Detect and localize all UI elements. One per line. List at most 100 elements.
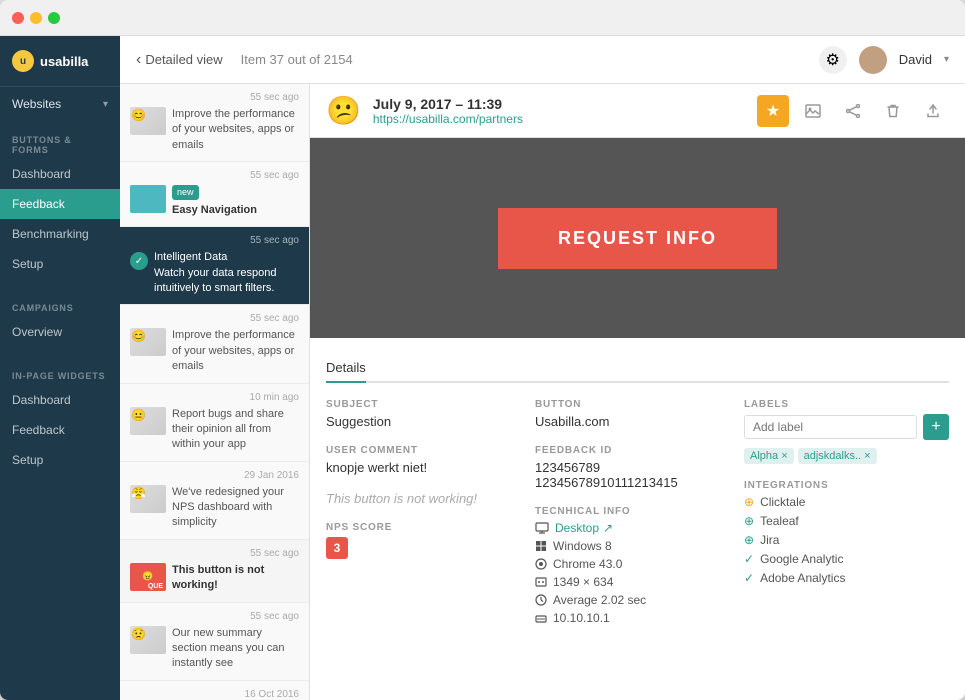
settings-icon[interactable]: ⚙ xyxy=(819,46,847,74)
delete-button[interactable] xyxy=(877,95,909,127)
inpage-widgets-section: IN-PAGE WIDGETS Dashboard Feedback Setup xyxy=(0,357,120,485)
feedback-id-value: 123456789 12345678910111213415 xyxy=(535,460,728,490)
label-input[interactable] xyxy=(744,415,917,439)
detail-header-info: July 9, 2017 – 11:39 https://usabilla.co… xyxy=(373,96,745,126)
feed-item-time: 29 Jan 2016 xyxy=(130,470,299,481)
sidebar-item-inpage-dashboard[interactable]: Dashboard xyxy=(0,385,120,415)
feed-item-body: new Easy Navigation xyxy=(130,185,299,218)
tech-info-field: TECNHICAL INFO Desktop ↗ Windows 8 xyxy=(535,506,728,625)
detail-url[interactable]: https://usabilla.com/partners xyxy=(373,112,745,126)
preview-area: REQUEST INFO xyxy=(310,138,965,338)
detail-panel: 😕 July 9, 2017 – 11:39 https://usabilla.… xyxy=(310,84,965,700)
add-label-button[interactable]: + xyxy=(923,414,949,440)
sidebar-item-overview[interactable]: Overview xyxy=(0,317,120,347)
main-content: 55 sec ago 😊 Improve the performance of … xyxy=(120,84,965,700)
logo: u usabilla xyxy=(0,36,120,87)
nps-score-field: NPS SCORE 3 xyxy=(326,522,519,559)
section-header-inpage: IN-PAGE WIDGETS xyxy=(0,367,120,385)
feed-item-thumb: 😤 xyxy=(130,485,166,513)
image-button[interactable] xyxy=(797,95,829,127)
back-button[interactable]: ‹ Detailed view xyxy=(136,51,223,69)
subject-value: Suggestion xyxy=(326,414,519,429)
sidebar-item-label: Setup xyxy=(12,257,43,271)
sidebar-item-inpage-feedback[interactable]: Feedback xyxy=(0,415,120,445)
list-item[interactable]: 55 sec ago 😊 Improve the performance of … xyxy=(120,84,309,162)
user-dropdown-icon[interactable]: ▾ xyxy=(944,54,949,65)
list-item[interactable]: 55 sec ago 😟 Our new summary section mea… xyxy=(120,603,309,681)
user-comment-value: knopje werkt niet! xyxy=(326,460,519,475)
tech-time-item: Average 2.02 sec xyxy=(535,593,728,607)
chevron-down-icon: ▾ xyxy=(103,99,108,110)
sidebar-item-dashboard[interactable]: Dashboard xyxy=(0,159,120,189)
app-window: u usabilla Websites ▾ BUTTONS & FORMS Da… xyxy=(0,0,965,700)
detail-actions: ★ xyxy=(757,95,949,127)
sidebar-item-inpage-setup[interactable]: Setup xyxy=(0,445,120,475)
sidebar-item-setup[interactable]: Setup xyxy=(0,249,120,279)
minimize-button[interactable] xyxy=(30,12,42,24)
list-item[interactable]: 55 sec ago 😠 QUE This button is not work… xyxy=(120,540,309,603)
feed-item-text: We've redesigned your NPS dashboard with… xyxy=(172,485,299,531)
list-item[interactable]: 16 Oct 2016 😊 Improve the performance of… xyxy=(120,681,309,700)
buttons-forms-section: BUTTONS & FORMS Dashboard Feedback Bench… xyxy=(0,121,120,289)
list-item[interactable]: 55 sec ago ✓ Intelligent DataWatch your … xyxy=(120,227,309,305)
feed-item-time: 10 min ago xyxy=(130,392,299,403)
mood-icon: 😊 xyxy=(131,329,146,343)
list-item[interactable]: 55 sec ago 😊 Improve the performance of … xyxy=(120,305,309,383)
feed-item-text: Report bugs and share their opinion all … xyxy=(172,407,299,453)
star-button[interactable]: ★ xyxy=(757,95,789,127)
tealeaf-icon: ⊕ xyxy=(744,514,754,528)
detail-date: July 9, 2017 – 11:39 xyxy=(373,96,745,112)
topnav: ‹ Detailed view Item 37 out of 2154 ⚙ Da… xyxy=(120,36,965,84)
feed-item-thumb: 😐 xyxy=(130,407,166,435)
list-item[interactable]: 55 sec ago new Easy Navigation xyxy=(120,162,309,227)
sidebar-item-label: Feedback xyxy=(12,197,65,211)
feedback-emoji: 😕 xyxy=(326,94,361,127)
sidebar-item-label: Dashboard xyxy=(12,167,71,181)
label-tags: Alpha × adjskdalks.. × xyxy=(744,448,949,464)
mood-icon: 😠 xyxy=(142,571,153,582)
feed-item-text: Improve the performance of your websites… xyxy=(172,328,299,374)
list-item[interactable]: 29 Jan 2016 😤 We've redesigned your NPS … xyxy=(120,462,309,540)
close-button[interactable] xyxy=(12,12,24,24)
share-button[interactable] xyxy=(837,95,869,127)
feed-item-thumb xyxy=(130,185,166,213)
request-info-button[interactable]: REQUEST INFO xyxy=(498,208,777,269)
feed-list: 55 sec ago 😊 Improve the performance of … xyxy=(120,84,310,700)
chrome-value: Chrome 43.0 xyxy=(553,557,622,571)
export-button[interactable] xyxy=(917,95,949,127)
feed-item-body: 😟 Our new summary section means you can … xyxy=(130,626,299,672)
integration-google-analytic[interactable]: ✓ Google Analytic xyxy=(744,552,949,566)
integration-jira[interactable]: ⊕ Jira xyxy=(744,533,949,547)
sidebar-item-benchmarking[interactable]: Benchmarking xyxy=(0,219,120,249)
nps-score-label: NPS SCORE xyxy=(326,522,519,533)
desktop-link[interactable]: Desktop ↗ xyxy=(555,521,613,535)
maximize-button[interactable] xyxy=(48,12,60,24)
feed-item-time: 55 sec ago xyxy=(130,170,299,181)
label-tag-adjsk: adjskdalks.. × xyxy=(798,448,877,464)
integrations-field: INTEGRATIONS ⊕ Clicktale ⊕ Tealeaf xyxy=(744,480,949,585)
tech-info-label: TECNHICAL INFO xyxy=(535,506,728,517)
list-item[interactable]: 10 min ago 😐 Report bugs and share their… xyxy=(120,384,309,462)
google-analytic-label: Google Analytic xyxy=(760,552,843,566)
tab-details[interactable]: Details xyxy=(326,354,366,383)
item-count: Item 37 out of 2154 xyxy=(241,52,353,67)
avg-time-value: Average 2.02 sec xyxy=(553,593,646,607)
labels-label: LABELS xyxy=(744,399,949,410)
labels-field: LABELS + Alpha × xyxy=(744,399,949,464)
details-grid: SUBJECT Suggestion USER COMMENT knopje w… xyxy=(326,399,949,641)
feed-item-text: This button is not working! xyxy=(172,563,299,594)
websites-dropdown[interactable]: Websites ▾ xyxy=(0,87,120,121)
sidebar-item-feedback[interactable]: Feedback xyxy=(0,189,120,219)
label-tag-alpha: Alpha × xyxy=(744,448,794,464)
titlebar xyxy=(0,0,965,36)
window-controls xyxy=(12,12,60,24)
integration-adobe-analytics[interactable]: ✓ Adobe Analytics xyxy=(744,571,949,585)
feed-item-text: Improve the performance of your websites… xyxy=(172,107,299,153)
feed-item-text: Our new summary section means you can in… xyxy=(172,626,299,672)
integration-clicktale[interactable]: ⊕ Clicktale xyxy=(744,495,949,509)
back-arrow-icon: ‹ xyxy=(136,51,141,69)
logo-icon: u xyxy=(12,50,34,72)
integration-tealeaf[interactable]: ⊕ Tealeaf xyxy=(744,514,949,528)
feed-item-time: 55 sec ago xyxy=(130,548,299,559)
mood-icon: 😐 xyxy=(131,408,146,422)
